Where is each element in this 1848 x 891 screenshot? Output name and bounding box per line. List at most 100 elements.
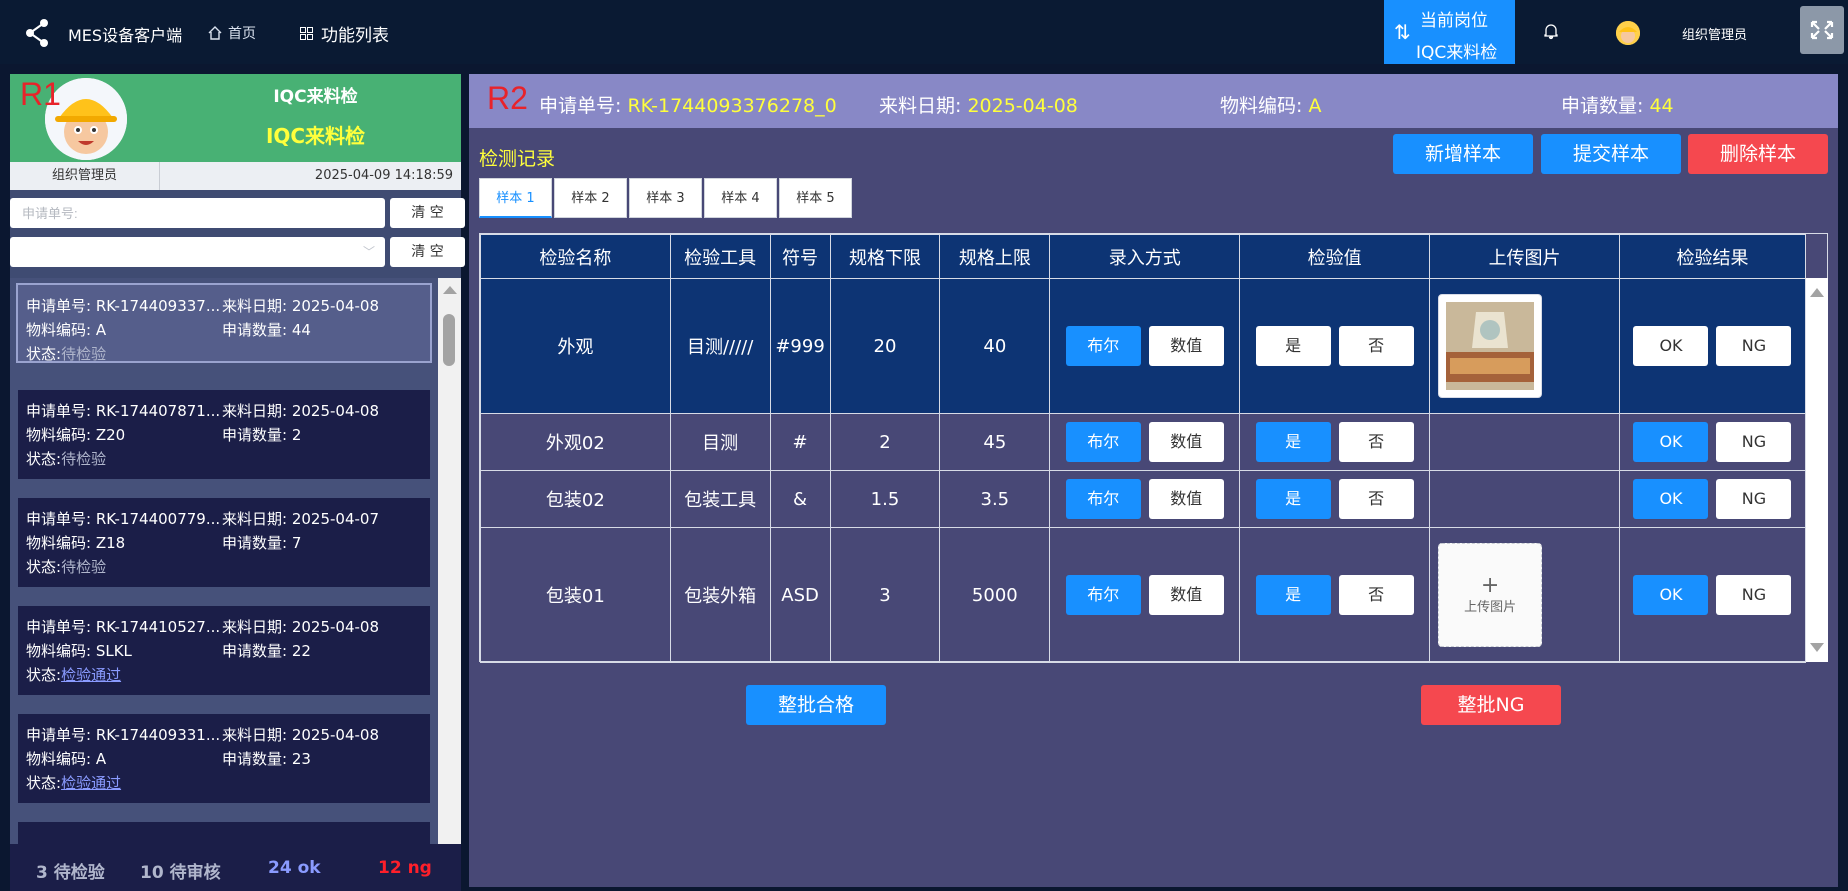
clear-search-button[interactable]: 清 空: [390, 198, 465, 228]
result-ok-button[interactable]: OK: [1633, 422, 1709, 462]
pending-count[interactable]: 3 待检验: [36, 858, 105, 883]
bell-icon[interactable]: [1542, 22, 1560, 40]
mat-value: SLKL: [95, 642, 132, 660]
cell-name: 外观: [480, 278, 671, 414]
ng-count[interactable]: 12 ng: [378, 858, 432, 878]
state-label: 状态:: [26, 450, 62, 468]
add-sample-button[interactable]: 新增样本: [1393, 134, 1533, 174]
upload-label: 上传图片: [1464, 599, 1517, 615]
list-item[interactable]: 申请单号: RK-174409337... 来料日期: 2025-04-08 物…: [16, 283, 432, 363]
request-number-search-input[interactable]: [10, 198, 385, 228]
nav-home[interactable]: 首页: [208, 23, 256, 43]
batch-ng-button[interactable]: 整批NG: [1421, 685, 1561, 725]
cell-name: 包装01: [480, 527, 671, 663]
result-ok-button[interactable]: OK: [1633, 326, 1709, 366]
qty-value: 2: [291, 426, 302, 444]
mode-number-button[interactable]: 数值: [1148, 422, 1224, 462]
list-scrollbar[interactable]: [438, 278, 461, 844]
review-count[interactable]: 10 待审核: [140, 858, 221, 883]
uploaded-photo-thumbnail[interactable]: [1438, 294, 1543, 398]
result-ok-button[interactable]: OK: [1633, 479, 1709, 519]
tab-sample-4[interactable]: 样本 4: [704, 178, 777, 218]
swap-icon: ⇅: [1394, 20, 1411, 44]
list-item[interactable]: 申请单号: RK-174409331... 来料日期: 2025-04-08 物…: [18, 714, 430, 803]
table-row[interactable]: 包装02 包装工具 & 1.5 3.5 布尔 数值 是否 OK NG: [480, 470, 1807, 528]
qty-label: 申请数量:: [222, 534, 288, 552]
mode-number-button[interactable]: 数值: [1148, 479, 1224, 519]
cell-low: 20: [829, 278, 941, 414]
scroll-down-arrow-icon[interactable]: [1810, 643, 1824, 652]
mode-number-button[interactable]: 数值: [1148, 326, 1224, 366]
mat-value: A: [95, 321, 107, 339]
fullscreen-button[interactable]: [1800, 6, 1844, 54]
list-item[interactable]: 申请单号: RK-174407871... 来料日期: 2025-04-08 物…: [18, 390, 430, 479]
upload-image-button[interactable]: + 上传图片: [1438, 543, 1543, 647]
value-no-button[interactable]: 否: [1338, 326, 1414, 366]
qty-label: 申请数量:: [222, 321, 288, 339]
expand-icon: [1810, 20, 1834, 40]
mode-bool-button[interactable]: 布尔: [1065, 326, 1141, 366]
value-no-button[interactable]: 否: [1338, 575, 1414, 615]
req-no-value: RK-174409331...: [95, 726, 221, 744]
submit-sample-button[interactable]: 提交样本: [1541, 134, 1681, 174]
ok-count[interactable]: 24 ok: [268, 858, 321, 878]
delete-sample-button[interactable]: 删除样本: [1688, 134, 1828, 174]
tab-sample-3[interactable]: 样本 3: [629, 178, 702, 218]
value-yes-button[interactable]: 是: [1255, 479, 1331, 519]
col-header: 符号: [769, 234, 831, 279]
value-yes-button[interactable]: 是: [1255, 422, 1331, 462]
mode-number-button[interactable]: 数值: [1148, 575, 1224, 615]
state-value-link[interactable]: 检验通过: [61, 664, 121, 685]
qty-label: 申请数量:: [222, 426, 288, 444]
tab-sample-2[interactable]: 样本 2: [554, 178, 627, 218]
inspection-table-container: 检验名称 检验工具 符号 规格下限 规格上限 录入方式 检验值 上传图片 检验结…: [479, 233, 1828, 663]
user-avatar[interactable]: [1616, 21, 1640, 45]
value-no-button[interactable]: 否: [1338, 479, 1414, 519]
mode-bool-button[interactable]: 布尔: [1065, 575, 1141, 615]
req-no-label: 申请单号:: [539, 95, 622, 117]
result-ng-button[interactable]: NG: [1716, 575, 1792, 615]
station-label: 当前岗位: [1420, 11, 1488, 31]
station-header-card: R1 IQC来料检 IQC来料检 组织管理员 2025-04-09 14:18:…: [10, 74, 461, 190]
username[interactable]: 组织管理员: [1682, 24, 1747, 43]
result-ng-button[interactable]: NG: [1716, 326, 1792, 366]
batch-pass-button[interactable]: 整批合格: [746, 685, 886, 725]
tab-sample-1[interactable]: 样本 1: [479, 178, 552, 218]
cell-low: 2: [829, 413, 941, 471]
nav-home-label: 首页: [228, 26, 256, 42]
result-ok-button[interactable]: OK: [1633, 575, 1709, 615]
table-row[interactable]: 外观 目测///// #999 20 40 布尔 数值 是否 OK NG: [480, 278, 1807, 414]
request-list: 申请单号: RK-174409337... 来料日期: 2025-04-08 物…: [10, 278, 438, 844]
cell-symbol: #999: [769, 278, 831, 414]
scroll-thumb[interactable]: [443, 314, 455, 366]
search-row: 清 空: [10, 198, 465, 228]
mat-label: 物料编码:: [26, 750, 92, 768]
mode-bool-button[interactable]: 布尔: [1065, 479, 1141, 519]
chevron-down-icon: ﹀: [362, 245, 375, 259]
mat-label: 物料编码:: [26, 534, 92, 552]
nav-function-list[interactable]: 功能列表: [300, 21, 389, 46]
scroll-up-arrow-icon[interactable]: [1810, 288, 1824, 297]
list-item[interactable]: [18, 822, 430, 844]
value-yes-button[interactable]: 是: [1255, 326, 1331, 366]
table-scrollbar[interactable]: [1806, 278, 1828, 662]
clear-filter-button[interactable]: 清 空: [390, 237, 465, 267]
list-item[interactable]: 申请单号: RK-174410527... 来料日期: 2025-04-08 物…: [18, 606, 430, 695]
result-ng-button[interactable]: NG: [1716, 479, 1792, 519]
table-row[interactable]: 外观02 目测 # 2 45 布尔 数值 是否 OK NG: [480, 413, 1807, 471]
req-no-value: RK-174410527...: [95, 618, 221, 636]
current-station-button[interactable]: ⇅ 当前岗位 IQC来料检: [1384, 0, 1515, 64]
mode-bool-button[interactable]: 布尔: [1065, 422, 1141, 462]
list-item[interactable]: 申请单号: RK-174400779... 来料日期: 2025-04-07 物…: [18, 498, 430, 587]
scroll-up-arrow-icon[interactable]: [443, 286, 457, 294]
value-no-button[interactable]: 否: [1338, 422, 1414, 462]
home-icon: [208, 26, 222, 40]
status-select[interactable]: ﹀: [10, 237, 385, 267]
state-label: 状态:: [26, 558, 62, 576]
state-value-link[interactable]: 检验通过: [61, 772, 121, 793]
table-row[interactable]: 包装01 包装外箱 ASD 3 5000 布尔 数值 是否 + 上传图片 OK NG: [480, 527, 1807, 663]
tab-sample-5[interactable]: 样本 5: [779, 178, 852, 218]
result-ng-button[interactable]: NG: [1716, 422, 1792, 462]
req-no-label: 申请单号:: [26, 726, 92, 744]
value-yes-button[interactable]: 是: [1255, 575, 1331, 615]
